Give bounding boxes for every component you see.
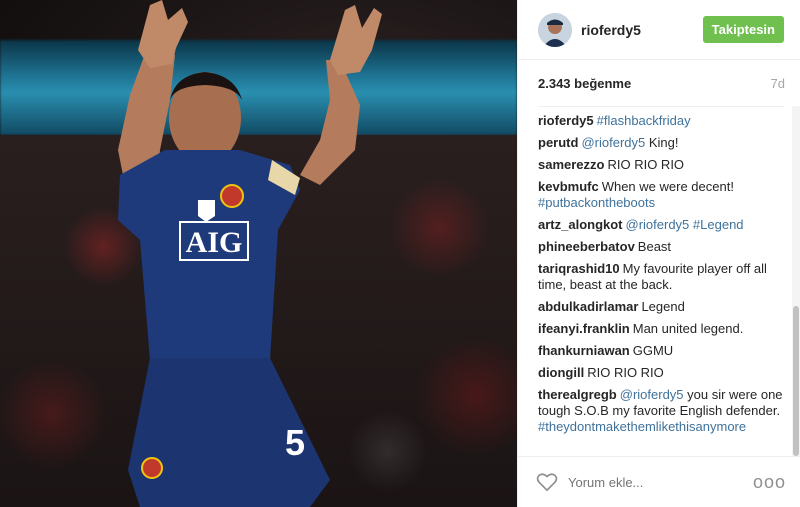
comment-input[interactable]: [568, 474, 753, 490]
comment-text: Legend: [641, 299, 685, 314]
comment-username[interactable]: abdulkadirlamar: [538, 299, 638, 314]
comment-item: perutd @rioferdy5 King!: [538, 135, 784, 151]
comment-username[interactable]: ifeanyi.franklin: [538, 321, 630, 336]
comment-item: fhankurniawan GGMU: [538, 343, 784, 359]
comment-item: therealgregb @rioferdy5 you sir were one …: [538, 387, 784, 435]
comment-text: Beast: [637, 239, 672, 254]
following-button[interactable]: Takiptesin: [702, 16, 784, 43]
more-options-icon[interactable]: ooo: [753, 472, 786, 493]
comment-text: RIO RIO RIO: [607, 157, 685, 172]
comment-text: GGMU: [632, 343, 674, 358]
comment-item: artz_alongkot @rioferdy5 #Legend: [538, 217, 784, 233]
post-age[interactable]: 7d: [771, 76, 785, 91]
post-photo[interactable]: AIG 5: [0, 0, 517, 507]
comment-username[interactable]: kevbmufc: [538, 179, 599, 194]
player-illustration: AIG 5: [118, 0, 382, 507]
comment-username[interactable]: fhankurniawan: [538, 343, 630, 358]
comment-tag-link[interactable]: @rioferdy5: [626, 217, 690, 232]
post-footer: ooo: [518, 456, 800, 507]
post-stats: 2.343 beğenme 7d: [518, 60, 800, 106]
comment-item: kevbmufc When we were decent! #putbackont…: [538, 179, 784, 211]
comment-username[interactable]: artz_alongkot: [538, 217, 623, 232]
comment-item: diongill RIO RIO RIO: [538, 365, 784, 381]
comment-item: ifeanyi.franklin Man united legend.: [538, 321, 784, 337]
heart-outline-icon[interactable]: [536, 472, 558, 492]
post-side-panel: rioferdy5 Takiptesin 2.343 beğenme 7d ri…: [517, 0, 800, 507]
comment-username[interactable]: perutd: [538, 135, 578, 150]
comment-username[interactable]: phineeberbatov: [538, 239, 635, 254]
comment-text: When we were decent!: [601, 179, 734, 194]
comment-item: samerezzo RIO RIO RIO: [538, 157, 784, 173]
comment-item: tariqrashid10 My favourite player off all…: [538, 261, 784, 293]
likes-count[interactable]: 2.343 beğenme: [538, 76, 631, 91]
comment-username[interactable]: tariqrashid10: [538, 261, 620, 276]
comment-tag-link[interactable]: #flashbackfriday: [597, 113, 691, 128]
comment-username[interactable]: rioferdy5: [538, 113, 594, 128]
comments-scrollbar[interactable]: [792, 106, 800, 456]
instagram-post: AIG 5 rioferdy5 Takiptesin 2.343 beğenme…: [0, 0, 800, 507]
comment-item: rioferdy5 #flashbackfriday: [538, 113, 784, 129]
shorts-number: 5: [285, 422, 305, 463]
comment-text: King!: [645, 135, 679, 150]
comment-username[interactable]: samerezzo: [538, 157, 604, 172]
comment-tag-link[interactable]: #Legend: [693, 217, 744, 232]
post-header: rioferdy5 Takiptesin: [518, 0, 800, 60]
author-avatar[interactable]: [538, 12, 572, 47]
comment-tag-link[interactable]: @rioferdy5: [620, 387, 684, 402]
comment-item: phineeberbatov Beast: [538, 239, 784, 255]
comment-username[interactable]: diongill: [538, 365, 584, 380]
comment-item: abdulkadirlamar Legend: [538, 299, 784, 315]
scrollbar-thumb[interactable]: [793, 306, 799, 456]
author-username[interactable]: rioferdy5: [581, 22, 703, 38]
comment-text: Man united legend.: [632, 321, 744, 336]
comments-list: rioferdy5 #flashbackfriday perutd @rioferdy…: [538, 106, 784, 456]
shirt-sponsor-text: AIG: [186, 226, 243, 259]
comment-tag-link[interactable]: @rioferdy5: [581, 135, 645, 150]
comment-text: RIO RIO RIO: [587, 365, 664, 380]
comment-tag-link[interactable]: #theydontmakethemlikethisanymore: [538, 419, 746, 434]
comment-username[interactable]: therealgregb: [538, 387, 617, 402]
comment-tag-link[interactable]: #putbackontheboots: [538, 195, 655, 210]
